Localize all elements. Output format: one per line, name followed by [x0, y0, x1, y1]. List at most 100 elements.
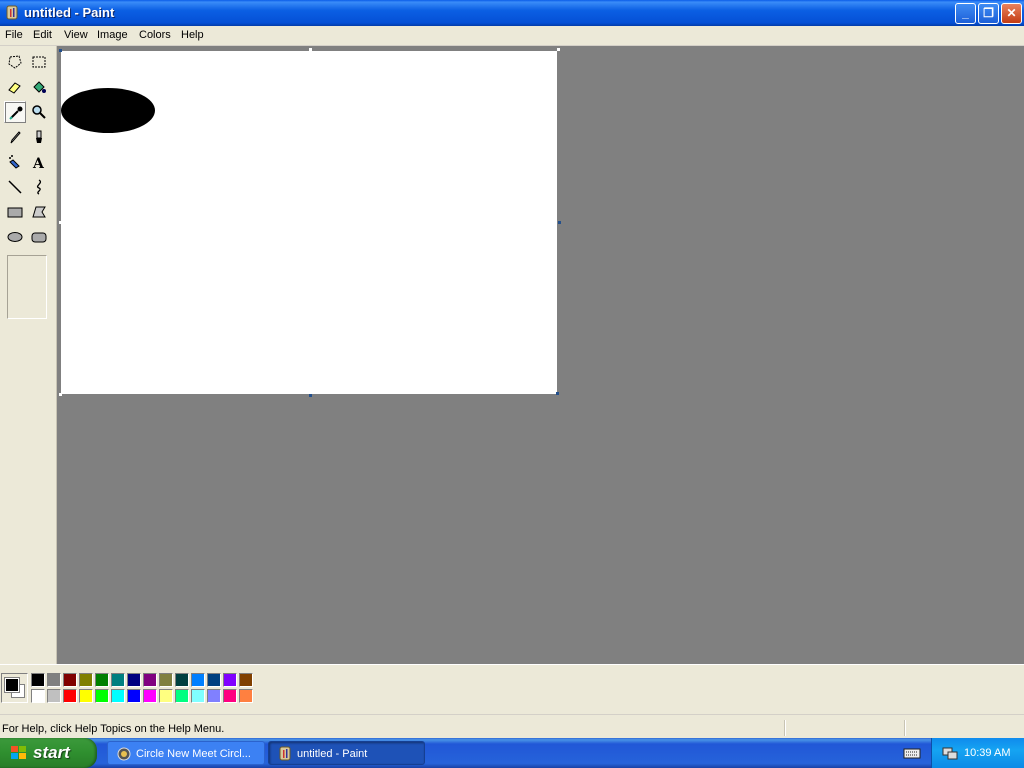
palette-color-swatch[interactable]: [239, 673, 253, 687]
tool-ellipse[interactable]: [4, 226, 26, 248]
meeting-app-icon: [117, 747, 131, 761]
title-bar: untitled - Paint _ ❐ ✕: [0, 0, 1024, 26]
tool-rectangle[interactable]: [4, 201, 26, 223]
palette-color-swatch[interactable]: [95, 689, 109, 703]
resize-handle[interactable]: [309, 394, 312, 397]
palette-color-swatch[interactable]: [191, 689, 205, 703]
tool-pencil[interactable]: [4, 126, 26, 148]
tool-rounded-rectangle[interactable]: [28, 226, 50, 248]
pencil-icon: [10, 131, 21, 144]
paint-app-icon: [6, 5, 18, 20]
palette-color-swatch[interactable]: [127, 673, 141, 687]
keyboard-icon[interactable]: [903, 745, 921, 761]
rounded-rectangle-icon: [31, 232, 47, 243]
tool-free-form-select[interactable]: [4, 51, 26, 73]
start-label: start: [33, 743, 70, 762]
tool-brush[interactable]: [28, 126, 50, 148]
menu-file[interactable]: File: [5, 29, 23, 41]
palette-color-swatch[interactable]: [143, 673, 157, 687]
text-icon: A: [32, 156, 45, 170]
polygon-icon: [32, 206, 46, 218]
eraser-icon: [8, 82, 21, 94]
palette-color-swatch[interactable]: [47, 689, 61, 703]
curve-icon: [36, 179, 42, 195]
fill-bucket-icon: [33, 81, 46, 93]
menu-edit[interactable]: Edit: [33, 29, 52, 41]
palette-color-swatch[interactable]: [223, 689, 237, 703]
status-bar: For Help, click Help Topics on the Help …: [0, 714, 1024, 739]
taskbar-item-label: untitled - Paint: [297, 748, 368, 760]
menu-help[interactable]: Help: [181, 29, 204, 41]
palette-color-swatch[interactable]: [223, 673, 237, 687]
pick-color-icon: [9, 106, 23, 120]
resize-handle: [59, 49, 62, 52]
minimize-icon: _: [962, 6, 969, 20]
free-form-select-icon: [8, 55, 22, 69]
foreground-color-swatch: [4, 677, 20, 693]
taskbar-item-circle-meet[interactable]: Circle New Meet Circl...: [107, 741, 265, 765]
resize-handle[interactable]: [556, 392, 559, 395]
ellipse-icon: [7, 232, 23, 242]
line-icon: [8, 180, 22, 194]
palette-color-swatch[interactable]: [159, 689, 173, 703]
tool-select[interactable]: [28, 51, 50, 73]
tool-magnifier[interactable]: [28, 101, 50, 123]
toolbox: A: [0, 46, 57, 664]
menu-image[interactable]: Image: [97, 29, 128, 41]
airbrush-icon: [9, 155, 20, 169]
palette-color-swatch[interactable]: [63, 689, 77, 703]
tool-airbrush[interactable]: [4, 151, 26, 173]
palette-color-swatch[interactable]: [191, 673, 205, 687]
palette-color-swatch[interactable]: [207, 673, 221, 687]
restore-button[interactable]: ❐: [978, 3, 999, 24]
palette-color-swatch[interactable]: [159, 673, 173, 687]
menu-bar: File Edit View Image Colors Help: [0, 26, 1024, 46]
magnifier-icon: [32, 105, 46, 119]
tool-polygon[interactable]: [28, 201, 50, 223]
tool-options-box[interactable]: [7, 255, 47, 319]
palette-color-swatch[interactable]: [79, 673, 93, 687]
palette-color-swatch[interactable]: [239, 689, 253, 703]
resize-handle: [309, 48, 312, 51]
minimize-button[interactable]: _: [955, 3, 976, 24]
palette-color-swatch[interactable]: [111, 673, 125, 687]
close-button[interactable]: ✕: [1001, 3, 1022, 24]
window-title: untitled - Paint: [24, 5, 115, 20]
tool-eraser[interactable]: [4, 76, 26, 98]
palette-color-swatch[interactable]: [31, 673, 45, 687]
palette-color-swatch[interactable]: [95, 673, 109, 687]
palette-color-swatch[interactable]: [63, 673, 77, 687]
network-icon[interactable]: [942, 745, 958, 761]
tool-pick-color[interactable]: [4, 101, 26, 123]
start-button[interactable]: start: [0, 738, 97, 768]
palette-color-swatch[interactable]: [143, 689, 157, 703]
windows-flag-icon: [11, 746, 26, 759]
tool-fill[interactable]: [28, 76, 50, 98]
paint-app-icon: [279, 746, 291, 761]
tool-text[interactable]: A: [28, 151, 50, 173]
palette-color-swatch[interactable]: [175, 673, 189, 687]
taskbar-item-label: Circle New Meet Circl...: [136, 748, 251, 760]
resize-handle[interactable]: [558, 221, 561, 224]
palette-color-swatch[interactable]: [79, 689, 93, 703]
palette-color-swatch[interactable]: [175, 689, 189, 703]
tool-curve[interactable]: [28, 176, 50, 198]
menu-colors[interactable]: Colors: [139, 29, 171, 41]
palette-color-swatch[interactable]: [127, 689, 141, 703]
status-separator: [904, 720, 906, 736]
rectangle-icon: [7, 207, 23, 218]
palette-color-swatch[interactable]: [47, 673, 61, 687]
tool-line[interactable]: [4, 176, 26, 198]
menu-view[interactable]: View: [64, 29, 88, 41]
palette-color-swatch[interactable]: [31, 689, 45, 703]
resize-handle: [557, 48, 560, 51]
palette-color-swatch[interactable]: [207, 689, 221, 703]
resize-handle: [59, 393, 62, 396]
brush-icon: [36, 130, 42, 143]
status-help-text: For Help, click Help Topics on the Help …: [2, 723, 225, 735]
taskbar-item-paint[interactable]: untitled - Paint: [268, 741, 425, 765]
black-ellipse-shape: [61, 88, 155, 133]
select-icon: [32, 56, 46, 68]
palette-color-swatch[interactable]: [111, 689, 125, 703]
close-icon: ✕: [1006, 6, 1017, 20]
